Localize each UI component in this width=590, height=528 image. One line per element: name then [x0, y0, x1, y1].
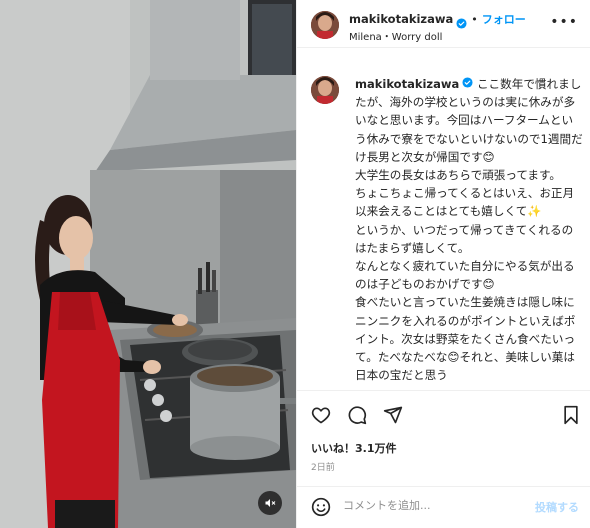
- likes-count[interactable]: いいね！3.1万件: [311, 440, 397, 456]
- post-panel: makikotakizawa • フォロー Milena・Worry doll …: [296, 0, 590, 528]
- share-icon[interactable]: [383, 405, 403, 425]
- author-row: makikotakizawa • フォロー: [349, 11, 526, 29]
- follow-button[interactable]: フォロー: [482, 11, 526, 27]
- verified-badge-icon: [456, 14, 467, 29]
- caption-body: ここ数年で慣れましたが、海外の学校というのは実に休みが多いなと思います。今回はハ…: [355, 77, 583, 383]
- post-photo: [0, 0, 296, 528]
- audio-track[interactable]: Milena・Worry doll: [349, 28, 442, 43]
- action-bar: [297, 390, 590, 438]
- post-media[interactable]: [0, 0, 296, 528]
- post-header: makikotakizawa • フォロー Milena・Worry doll …: [297, 0, 590, 48]
- more-icon[interactable]: •••: [550, 14, 578, 30]
- caption-text: makikotakizawa ここ数年で慣れましたが、海外の学校というのは実に休…: [355, 75, 583, 384]
- post-comment-button[interactable]: 投稿する: [535, 499, 579, 515]
- bookmark-icon[interactable]: [561, 405, 581, 425]
- comment-icon[interactable]: [347, 405, 367, 425]
- post-date[interactable]: 2日前: [311, 460, 335, 473]
- caption-area: makikotakizawa ここ数年で慣れましたが、海外の学校というのは実に休…: [297, 48, 590, 390]
- separator-dot: •: [471, 12, 478, 26]
- speaker-muted-icon[interactable]: [258, 491, 282, 515]
- verified-badge-icon: [462, 75, 473, 88]
- emoji-icon[interactable]: [311, 497, 331, 517]
- caption-username[interactable]: makikotakizawa: [355, 77, 459, 91]
- comment-input[interactable]: [343, 499, 503, 512]
- avatar[interactable]: [311, 11, 339, 39]
- comment-bar: 投稿する: [297, 486, 590, 528]
- heart-icon[interactable]: [311, 405, 331, 425]
- author-username[interactable]: makikotakizawa: [349, 12, 453, 26]
- caption-avatar[interactable]: [311, 76, 339, 104]
